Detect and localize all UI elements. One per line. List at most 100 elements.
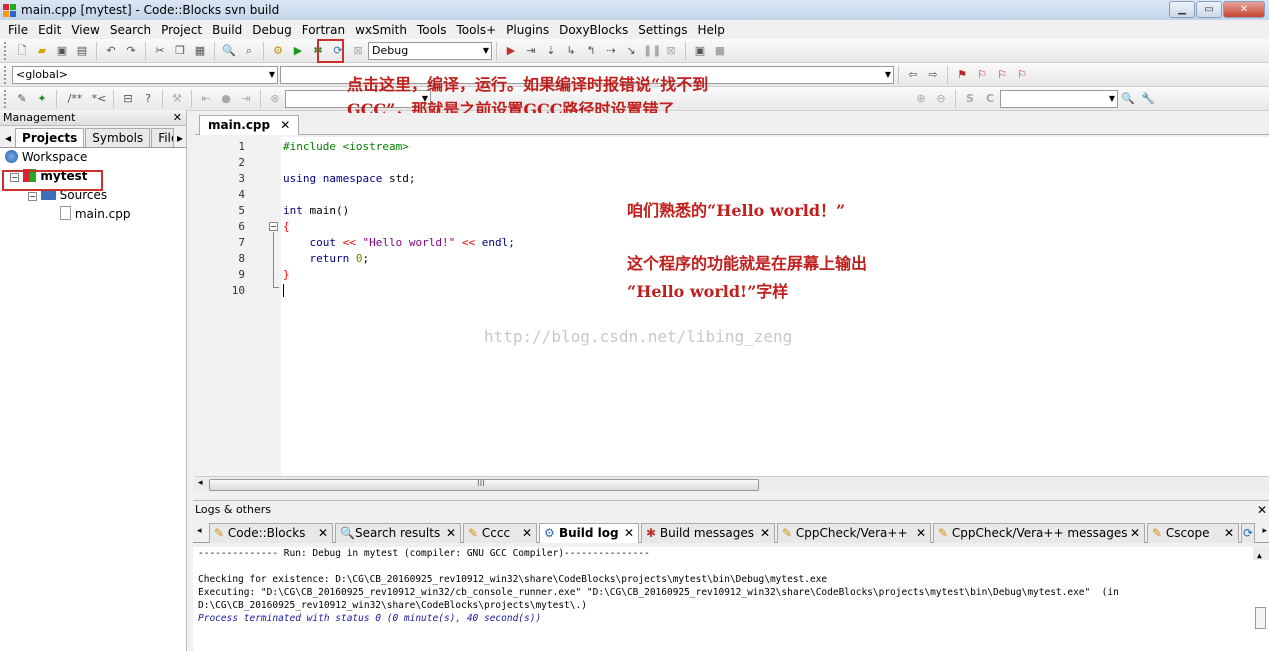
menu-search[interactable]: Search [105,23,156,37]
new-file-icon[interactable]: 🗋 [14,43,30,59]
close-tab-icon[interactable]: ✕ [318,524,328,542]
menu-view[interactable]: View [66,23,104,37]
tab-projects[interactable]: Projects [15,128,85,147]
tab-search-results[interactable]: 🔍Search results ✕ [335,523,461,543]
scroll-up-icon[interactable]: ▲ [1257,549,1262,562]
abort-icon[interactable]: ⊠ [350,43,366,59]
logs-scroll-right-icon[interactable]: ▸ [1262,526,1267,536]
menu-fortran[interactable]: Fortran [297,23,350,37]
tab-scroll-right-icon[interactable]: ▸ [175,129,185,147]
tab-main-cpp[interactable]: main.cpp ✕ [199,115,300,135]
tab-cscope[interactable]: ✎ Cscope ✕ [1147,523,1239,543]
tab-cppcheck-messages[interactable]: ✎ CppCheck/Vera++ messages ✕ [933,523,1145,543]
run-icon[interactable]: ▶ [290,43,306,59]
close-tab-icon[interactable]: ✕ [760,524,770,542]
tab-build-messages[interactable]: ✱ Build messages ✕ [641,523,775,543]
debug-dot-icon[interactable]: ● [218,91,234,107]
debug-start-icon[interactable]: ▶ [503,43,519,59]
debug-forward-icon[interactable]: ⇥ [238,91,254,107]
close-tab-icon[interactable]: ✕ [1224,524,1234,542]
collapse-sources-icon[interactable]: − [28,192,37,201]
doxy-wizard-icon[interactable]: ✎ [14,91,30,107]
close-tab-icon[interactable]: ✕ [280,118,290,132]
close-logs-icon[interactable]: ✕ [1257,501,1267,519]
debug-info-icon[interactable]: ■ [712,43,728,59]
menu-edit[interactable]: Edit [33,23,66,37]
comment-block-icon[interactable]: /** [63,91,87,107]
build-log-output[interactable]: -------------- Run: Debug in mytest (com… [193,547,1269,651]
toggle-bookmark-icon[interactable]: ⚑ [954,67,970,83]
scroll-thumb[interactable]: III [209,479,759,491]
replace-icon[interactable]: ⌕ [241,43,257,59]
cut-icon[interactable]: ✂ [152,43,168,59]
build-gear-icon[interactable]: ⚙ [270,43,286,59]
menu-plugins[interactable]: Plugins [501,23,554,37]
pause-icon[interactable]: ❚❚ [643,43,661,59]
comment-line-icon[interactable]: *< [91,91,107,107]
tree-workspace[interactable]: Workspace [0,148,186,167]
tab-cccc[interactable]: ✎ Cccc ✕ [463,523,537,543]
minimize-button[interactable]: ▁ [1169,1,1195,18]
close-tab-icon[interactable]: ✕ [624,524,634,542]
copy-icon[interactable]: ❐ [172,43,188,59]
spell-s-icon[interactable]: S [962,91,978,107]
tab-codeblocks-log[interactable]: ✎ Code::Blocks ✕ [209,523,333,543]
menu-help[interactable]: Help [692,23,729,37]
clear-bookmarks-icon[interactable]: ⚐ [1014,67,1030,83]
tab-scroll-left-icon[interactable]: ◂ [2,129,14,147]
spell-c-icon[interactable]: C [982,91,998,107]
prev-bookmark-icon[interactable]: ⚐ [974,67,990,83]
next-line-icon[interactable]: ⇣ [543,43,559,59]
fold-marker-icon[interactable]: − [269,222,278,231]
debug-back-icon[interactable]: ⇤ [198,91,214,107]
jump-back-icon[interactable]: ⇦ [905,67,921,83]
scroll-left-icon[interactable]: ◂ [198,478,203,488]
scope-select[interactable]: <global> ▼ [12,65,278,84]
menu-tools-plus[interactable]: Tools+ [452,23,502,37]
close-window-button[interactable]: ✕ [1223,1,1265,18]
menu-debug[interactable]: Debug [247,23,296,37]
editor-horizontal-scrollbar[interactable]: ◂ III [195,476,1269,492]
tab-next-partial[interactable]: ⟳ [1241,523,1255,543]
zoom-out-icon[interactable]: ⊖ [933,91,949,107]
doxy-extract-icon[interactable]: ✦ [34,91,50,107]
code-editor[interactable]: 1 2 3 4 5 6 7 8 9 10 − #include <iostrea… [195,137,1269,492]
close-tab-icon[interactable]: ✕ [916,524,926,542]
step-into-icon[interactable]: ↳ [563,43,579,59]
menu-tools[interactable]: Tools [412,23,452,37]
debug-windows-icon[interactable]: ▣ [692,43,708,59]
tab-symbols[interactable]: Symbols [85,128,151,147]
doxy-help-icon[interactable]: ? [140,91,156,107]
save-icon[interactable]: ▣ [54,43,70,59]
logs-scroll-left-icon[interactable]: ◂ [197,526,202,536]
step-instruction-icon[interactable]: ↘ [623,43,639,59]
find-next-icon[interactable]: 🔍 [1120,91,1136,107]
find-icon[interactable]: 🔍 [221,43,237,59]
zoom-in-icon[interactable]: ⊕ [913,91,929,107]
run-to-cursor-icon[interactable]: ⇥ [523,43,539,59]
save-all-icon[interactable]: ▤ [74,43,90,59]
search-options-icon[interactable]: ⊗ [267,91,283,107]
maximize-button[interactable]: ▭ [1196,1,1222,18]
close-tab-icon[interactable]: ✕ [1130,524,1140,542]
close-management-icon[interactable]: ✕ [173,110,182,126]
wrench-icon[interactable]: ⚒ [169,91,185,107]
menu-settings[interactable]: Settings [633,23,692,37]
open-icon[interactable]: ▰ [34,43,50,59]
toolbar-grip[interactable] [4,41,8,60]
settings-wrench-icon[interactable]: 🔧 [1140,91,1156,107]
redo-icon[interactable]: ↷ [123,43,139,59]
menu-doxyblocks[interactable]: DoxyBlocks [554,23,633,37]
build-target-select[interactable]: Debug ▼ [368,41,492,60]
close-tab-icon[interactable]: ✕ [522,524,532,542]
thesaurus-select[interactable]: ▼ [1000,89,1118,108]
tab-cppcheck[interactable]: ✎ CppCheck/Vera++ ✕ [777,523,931,543]
menu-file[interactable]: File [3,23,33,37]
scroll-thumb[interactable] [1255,607,1266,629]
menu-project[interactable]: Project [156,23,207,37]
log-vertical-scrollbar[interactable]: ▲ [1253,547,1269,629]
tree-file-main[interactable]: main.cpp [0,205,186,224]
step-out-icon[interactable]: ↰ [583,43,599,59]
menu-wxsmith[interactable]: wxSmith [350,23,412,37]
tab-build-log[interactable]: ⚙ Build log ✕ [539,523,639,543]
